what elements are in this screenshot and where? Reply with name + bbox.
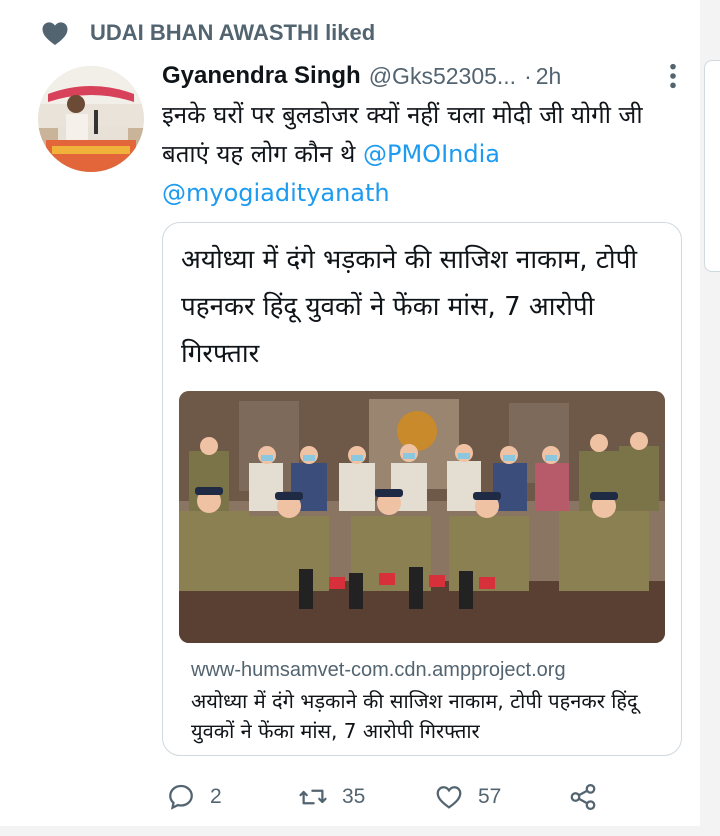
share-icon — [570, 784, 596, 810]
like-button[interactable]: 57 — [434, 780, 501, 814]
author-handle[interactable]: @Gks52305... — [369, 63, 516, 90]
tweet-header: Gyanendra Singh @Gks52305... · 2h — [162, 58, 680, 94]
card-image[interactable] — [179, 391, 665, 643]
separator-dot: · — [524, 62, 532, 89]
card-domain: www-humsamvet-com.cdn.ampproject.org — [191, 659, 566, 681]
author-name[interactable]: Gyanendra Singh — [162, 62, 361, 90]
adjacent-card-edge — [704, 60, 720, 272]
mention-pmoindia[interactable]: @PMOIndia — [363, 140, 500, 168]
share-button[interactable] — [568, 780, 598, 814]
more-options-icon[interactable] — [666, 62, 680, 90]
card-description: अयोध्या में दंगे भड़काने की साजिश नाकाम,… — [191, 689, 638, 743]
timestamp[interactable]: 2h — [536, 63, 562, 90]
like-count: 57 — [478, 785, 502, 808]
link-preview-card[interactable]: अयोध्या में दंगे भड़काने की साजिश नाकाम,… — [162, 222, 682, 756]
reply-count: 2 — [210, 785, 222, 808]
card-headline: अयोध्या में दंगे भड़काने की साजिश नाकाम,… — [181, 245, 638, 369]
heart-icon — [42, 22, 68, 45]
social-context: UDAI BHAN AWASTHI liked — [40, 18, 375, 48]
avatar-photo — [38, 66, 144, 172]
tweet-text: इनके घरों पर बुलडोजर क्यों नहीं चला मोदी… — [162, 96, 692, 213]
retweet-icon — [299, 789, 327, 805]
reply-button[interactable]: 2 — [166, 780, 222, 814]
social-context-text[interactable]: UDAI BHAN AWASTHI liked — [90, 20, 375, 46]
retweet-count: 35 — [342, 785, 366, 808]
tweet-actions: 2 35 57 — [0, 780, 700, 814]
press-conference-photo — [179, 391, 665, 643]
avatar[interactable] — [38, 66, 144, 172]
retweet-button[interactable]: 35 — [298, 780, 365, 814]
like-heart-icon — [436, 786, 462, 809]
mention-myogiadityanath[interactable]: @myogiadityanath — [162, 179, 390, 207]
tweet-card[interactable]: UDAI BHAN AWASTHI liked Gyanendra Singh … — [0, 0, 700, 826]
reply-icon — [169, 784, 193, 810]
